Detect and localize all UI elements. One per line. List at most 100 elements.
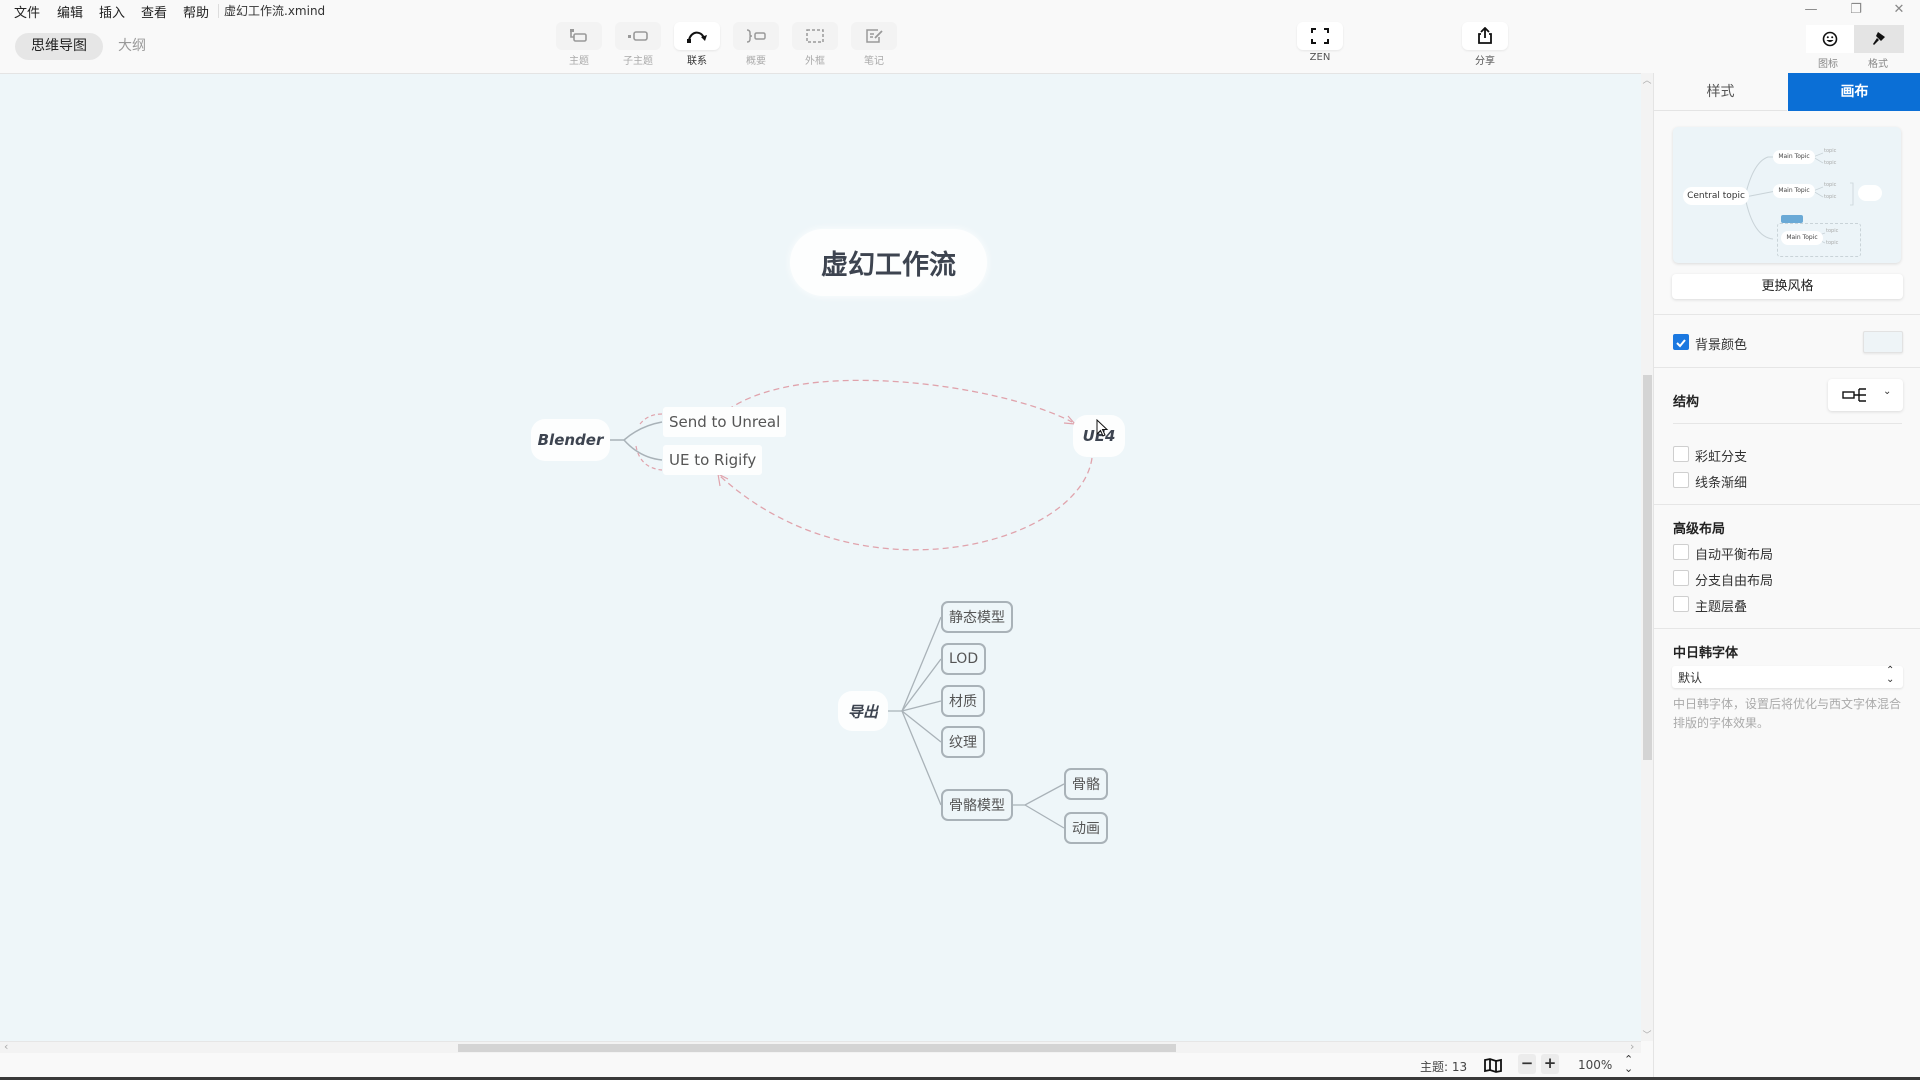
divider <box>1654 367 1920 368</box>
zoom-stepper-icon[interactable]: ⌃ ⌄ <box>1624 1054 1633 1074</box>
menu-bar: 文件 编辑 插入 查看 帮助 虚幻工作流.xmind — ❐ ✕ <box>0 0 1920 22</box>
subtopic-static-mesh[interactable]: 静态模型 <box>941 601 1013 633</box>
preview-subtopic: topic <box>1824 194 1837 200</box>
divider <box>1654 314 1920 315</box>
note-button[interactable]: 笔记 <box>850 22 898 68</box>
boundary-icon <box>806 29 824 43</box>
auto-balance-checkbox[interactable] <box>1673 544 1689 560</box>
structure-dropdown[interactable]: ⌄ <box>1828 379 1903 411</box>
smiley-icon <box>1822 31 1838 47</box>
rainbow-branch-checkbox[interactable] <box>1673 446 1689 462</box>
icons-label: 图标 <box>1818 59 1838 70</box>
vertical-scrollbar[interactable]: ︿ ﹀ <box>1641 73 1653 1041</box>
tab-outline[interactable]: 大纲 <box>102 33 162 60</box>
free-branch-layout-label: 分支自由布局 <box>1695 574 1774 589</box>
topic-count: 主题: 13 <box>1420 1060 1468 1074</box>
menu-help[interactable]: 帮助 <box>183 2 209 21</box>
subtopic-animation[interactable]: 动画 <box>1064 812 1108 844</box>
relationship-arrow <box>717 472 729 487</box>
subtopic-skeletal-mesh[interactable]: 骨骼模型 <box>941 789 1013 821</box>
preview-central-topic: Central topic <box>1683 187 1749 205</box>
zoom-out-button[interactable]: − <box>1518 1054 1536 1074</box>
fullscreen-icon <box>1311 28 1329 44</box>
branch-line-blender <box>610 421 663 441</box>
preview-subtopic: topic <box>1824 182 1837 188</box>
relationship-button[interactable]: 联系 <box>673 22 721 68</box>
relationship-icon <box>687 31 707 43</box>
tab-style[interactable]: 样式 <box>1654 73 1787 111</box>
menu-file[interactable]: 文件 <box>14 2 40 21</box>
scroll-left-arrow[interactable]: ‹ <box>4 1040 8 1053</box>
cjk-font-select[interactable]: 默认 ⌃ ⌄ <box>1672 666 1903 688</box>
topic-label: 主题 <box>569 56 589 67</box>
divider <box>1654 628 1920 629</box>
central-topic[interactable]: 虚幻工作流 <box>790 229 987 296</box>
subtopic-material[interactable]: 材质 <box>941 685 985 717</box>
minimize-button[interactable]: — <box>1791 0 1831 22</box>
cjk-font-description: 中日韩字体，设置后将优化与西文字体混合排版的字体效果。 <box>1673 697 1902 730</box>
map-overview-icon[interactable] <box>1484 1058 1502 1073</box>
boundary-button[interactable]: 外框 <box>791 22 839 68</box>
subtopic-skeleton[interactable]: 骨骼 <box>1064 768 1108 800</box>
preview-main-topic: Main Topic <box>1773 150 1815 164</box>
tapered-lines-checkbox[interactable] <box>1673 472 1689 488</box>
chevron-down-icon: ⌄ <box>1883 386 1892 397</box>
checkmark-icon <box>1676 339 1686 348</box>
structure-label: 结构 <box>1673 395 1700 410</box>
format-panel-button[interactable] <box>1854 25 1904 53</box>
mindmap-canvas[interactable]: 虚幻工作流 Blender Send to Unreal UE to Rigif… <box>0 73 1641 1041</box>
mouse-cursor-icon <box>1096 419 1109 437</box>
vertical-scroll-thumb[interactable] <box>1643 375 1652 760</box>
summary-label: 概要 <box>746 56 766 67</box>
scroll-down-arrow[interactable]: ﹀ <box>1641 1028 1653 1041</box>
share-button[interactable]: 分享 <box>1461 22 1509 68</box>
menu-view[interactable]: 查看 <box>141 2 167 21</box>
restore-button[interactable]: ❐ <box>1836 0 1876 22</box>
note-icon <box>866 29 883 43</box>
menu-edit[interactable]: 编辑 <box>57 2 83 21</box>
scroll-up-arrow[interactable]: ︿ <box>1641 73 1653 86</box>
floating-topic-export[interactable]: 导出 <box>838 691 888 731</box>
insert-topic-button[interactable]: 主题 <box>555 22 603 68</box>
zoom-in-button[interactable]: + <box>1541 1054 1559 1074</box>
summary-icon <box>746 29 766 43</box>
background-color-swatch[interactable] <box>1863 331 1903 353</box>
subtopic-lod[interactable]: LOD <box>941 643 987 675</box>
select-stepper-icon: ⌃ ⌄ <box>1886 665 1895 685</box>
summary-button[interactable]: 概要 <box>732 22 780 68</box>
relationship-line <box>719 457 1093 551</box>
note-label: 笔记 <box>864 56 884 67</box>
branch-line-skeletal <box>1012 783 1065 806</box>
topic-overlap-checkbox[interactable] <box>1673 596 1689 612</box>
zen-button[interactable]: ZEN <box>1296 22 1344 68</box>
horizontal-scroll-thumb[interactable] <box>458 1044 1176 1052</box>
tab-canvas[interactable]: 画布 <box>1788 73 1920 111</box>
horizontal-scrollbar[interactable]: ‹ › <box>0 1040 1641 1053</box>
cjk-font-title: 中日韩字体 <box>1673 646 1739 661</box>
background-color-checkbox[interactable] <box>1673 334 1689 350</box>
insert-subtopic-button[interactable]: 子主题 <box>614 22 662 68</box>
scroll-right-arrow[interactable]: › <box>1630 1040 1634 1053</box>
free-branch-layout-checkbox[interactable] <box>1673 570 1689 586</box>
share-label: 分享 <box>1475 56 1495 67</box>
floating-topic-blender[interactable]: Blender <box>531 419 610 461</box>
branch-line-export <box>888 616 942 712</box>
menu-separator <box>218 4 219 18</box>
relationship-label: 联系 <box>687 56 707 67</box>
preview-subtopic: topic <box>1826 240 1839 246</box>
theme-preview[interactable]: Central topic Main Topic Main Topic Main… <box>1673 127 1901 263</box>
change-style-button[interactable]: 更换风格 <box>1672 274 1903 299</box>
icons-panel-button[interactable] <box>1806 25 1854 53</box>
divider <box>1654 504 1920 505</box>
zoom-level[interactable]: 100% <box>1578 1058 1612 1072</box>
close-button[interactable]: ✕ <box>1879 0 1919 22</box>
preview-main-topic: Main Topic <box>1773 184 1815 198</box>
tab-mindmap[interactable]: 思维导图 <box>15 33 103 60</box>
document-title: 虚幻工作流.xmind <box>224 4 326 18</box>
subtopic-texture[interactable]: 纹理 <box>941 726 985 758</box>
topic-icon <box>570 29 587 42</box>
subtopic-send-to-unreal[interactable]: Send to Unreal <box>663 407 787 437</box>
subtopic-ue-to-rigify[interactable]: UE to Rigify <box>663 445 763 475</box>
paintbrush-icon <box>1873 32 1885 45</box>
menu-insert[interactable]: 插入 <box>99 2 125 21</box>
